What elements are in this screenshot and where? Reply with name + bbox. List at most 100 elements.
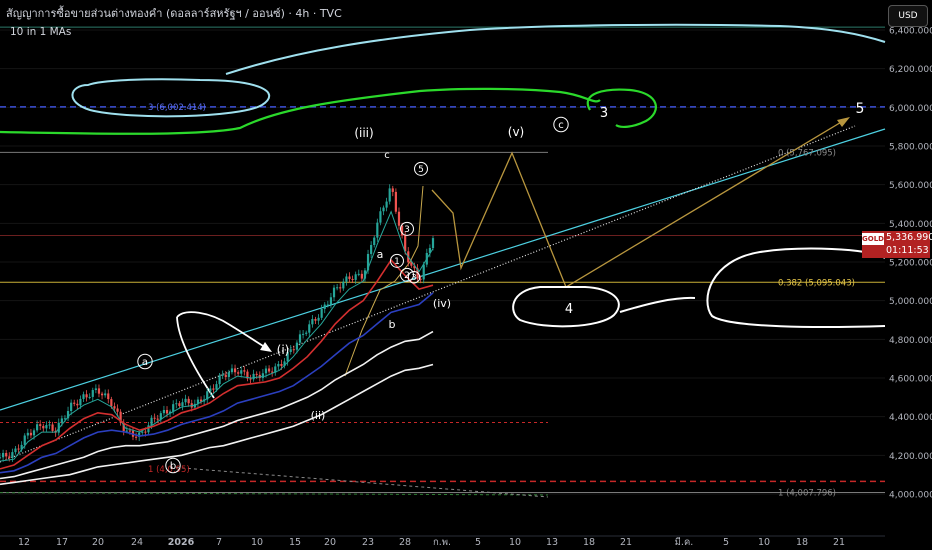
level-label: 1 (4,007.796) bbox=[778, 488, 836, 498]
candle-body bbox=[153, 417, 156, 419]
candle-body bbox=[60, 418, 63, 423]
candle-body bbox=[172, 404, 175, 412]
candle-body bbox=[104, 393, 107, 396]
candle-body bbox=[5, 452, 8, 457]
candle-body bbox=[264, 368, 268, 374]
candle-body bbox=[233, 368, 237, 373]
candle-body bbox=[261, 373, 264, 378]
candle-body bbox=[431, 238, 435, 248]
candle-body bbox=[218, 375, 221, 385]
chart-title: สัญญาการซื้อขายส่วนต่างทองคำ (ดอลลาร์สหร… bbox=[6, 7, 342, 20]
candle-body bbox=[376, 222, 379, 238]
candle-body bbox=[336, 287, 339, 289]
candle-body bbox=[134, 436, 138, 438]
candle-body bbox=[388, 188, 391, 202]
wave-label: b bbox=[389, 318, 396, 331]
x-tick-label: 2026 bbox=[168, 537, 195, 548]
x-tick-label: 24 bbox=[131, 537, 143, 548]
x-tick-label: 18 bbox=[796, 537, 808, 548]
indicator-label[interactable]: 10 in 1 MAs bbox=[10, 26, 71, 38]
x-tick-label: 28 bbox=[399, 537, 411, 548]
wave-label: 5 bbox=[418, 165, 424, 175]
y-tick-label: 6,200.000 bbox=[889, 65, 932, 75]
candle-body bbox=[224, 374, 227, 377]
wave-label: c bbox=[558, 120, 564, 131]
candle-body bbox=[209, 388, 212, 392]
candle-body bbox=[23, 435, 26, 445]
x-tick-label: 15 bbox=[289, 537, 301, 548]
candle-body bbox=[76, 403, 79, 406]
candle-body bbox=[354, 274, 357, 280]
y-tick-label: 5,000.000 bbox=[889, 297, 932, 307]
currency-button[interactable]: USD bbox=[888, 5, 928, 27]
wave-label: 3 bbox=[411, 273, 416, 282]
candle-body bbox=[215, 384, 218, 390]
candle-body bbox=[85, 394, 88, 398]
candle-body bbox=[252, 373, 255, 380]
candle-body bbox=[113, 406, 116, 409]
y-tick-label: 4,200.000 bbox=[889, 452, 932, 462]
y-tick-label: 6,000.000 bbox=[889, 104, 932, 114]
candle-body bbox=[178, 403, 181, 406]
x-tick-label: 5 bbox=[723, 537, 729, 548]
candle-body bbox=[82, 394, 85, 399]
y-tick-label: 5,600.000 bbox=[889, 181, 932, 191]
x-tick-label: 5 bbox=[475, 537, 481, 548]
level-label: 3 (6,002.414) bbox=[148, 103, 206, 113]
candle-body bbox=[162, 409, 166, 414]
candle-body bbox=[221, 374, 224, 376]
x-tick-label: 21 bbox=[833, 537, 845, 548]
x-tick-label: 13 bbox=[546, 537, 558, 548]
candle-body bbox=[379, 211, 382, 223]
candle-body bbox=[227, 372, 230, 377]
wave-label: c bbox=[384, 150, 390, 161]
candle-body bbox=[373, 237, 376, 246]
x-tick-label: 10 bbox=[758, 537, 770, 548]
x-tick-label: 20 bbox=[92, 537, 104, 548]
candle-body bbox=[187, 398, 190, 404]
candle-body bbox=[292, 349, 295, 351]
price-chart[interactable]: 4,000.000 4,200.000 4,400.000 4,600.000 4,80… bbox=[0, 0, 932, 550]
candle-body bbox=[326, 304, 329, 306]
candle-body bbox=[357, 273, 360, 275]
candle-body bbox=[394, 191, 397, 212]
candle-body bbox=[181, 402, 184, 406]
y-tick-label: 4,000.000 bbox=[889, 491, 932, 501]
candle-body bbox=[370, 245, 373, 254]
candle-body bbox=[17, 448, 20, 450]
candle-body bbox=[277, 364, 280, 367]
candle-body bbox=[320, 308, 323, 318]
candle-body bbox=[100, 393, 104, 396]
wave-label: a bbox=[142, 357, 148, 368]
last-price-tag: GOLD 5,336.990 01:11:53 bbox=[862, 231, 932, 258]
candle-body bbox=[70, 402, 73, 412]
y-tick-label: 4,600.000 bbox=[889, 375, 932, 385]
candle-body bbox=[36, 424, 39, 431]
candle-body bbox=[243, 370, 246, 372]
candle-body bbox=[11, 452, 14, 458]
candle-body bbox=[73, 402, 76, 404]
candle-body bbox=[116, 408, 119, 412]
candle-body bbox=[267, 368, 271, 372]
y-tick-label: 4,800.000 bbox=[889, 336, 932, 346]
candle-body bbox=[348, 276, 351, 279]
last-price: 5,336.990 bbox=[886, 232, 932, 243]
x-tick-label: 12 bbox=[18, 537, 30, 548]
x-tick-label: 23 bbox=[362, 537, 374, 548]
candle-body bbox=[237, 372, 240, 374]
candle-body bbox=[317, 317, 320, 321]
candle-body bbox=[314, 319, 317, 321]
candle-body bbox=[150, 417, 153, 426]
candle-body bbox=[323, 304, 326, 309]
y-tick-label: 5,200.000 bbox=[889, 259, 932, 269]
candle-body bbox=[249, 378, 252, 380]
candle-body bbox=[51, 424, 54, 431]
wave-label: 3 bbox=[404, 225, 410, 235]
candle-body bbox=[48, 424, 51, 426]
bar-countdown: 01:11:53 bbox=[886, 245, 929, 256]
x-tick-label: 17 bbox=[56, 537, 68, 548]
level-label: 0 (5,767.095) bbox=[778, 148, 836, 158]
candle-body bbox=[94, 388, 97, 391]
candle-body bbox=[110, 399, 113, 407]
candle-body bbox=[351, 278, 354, 280]
